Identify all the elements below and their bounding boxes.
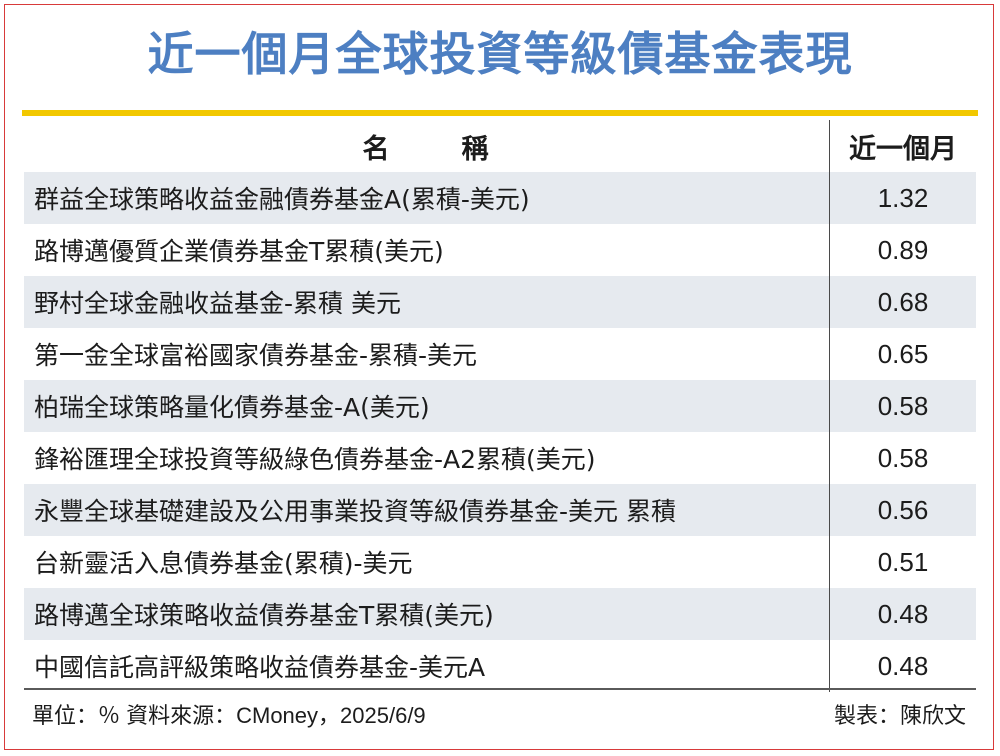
header-name: 名 稱 xyxy=(24,120,830,172)
table-row: 第一金全球富裕國家債券基金-累積-美元 0.65 xyxy=(24,328,976,380)
fund-return: 0.56 xyxy=(877,494,929,525)
header-value: 近一個月 xyxy=(849,133,957,164)
credit-note: 製表：陳欣文 xyxy=(833,703,966,728)
fund-name: 第一金全球富裕國家債券基金-累積-美元 xyxy=(24,328,830,380)
fund-name: 柏瑞全球策略量化債券基金-A(美元) xyxy=(24,380,830,432)
fund-return: 0.51 xyxy=(877,546,929,577)
fund-return: 0.58 xyxy=(877,390,929,421)
fund-name: 中國信託高評級策略收益債券基金-美元A xyxy=(24,640,830,692)
fund-return: 0.58 xyxy=(877,442,929,473)
table-row: 野村全球金融收益基金-累積 美元 0.68 xyxy=(24,276,976,328)
page-title: 近一個月全球投資等級債基金表現 xyxy=(147,27,853,81)
fund-return: 1.32 xyxy=(877,182,929,213)
table-row: 永豐全球基礎建設及公用事業投資等級債券基金-美元 累積 0.56 xyxy=(24,484,976,536)
fund-return: 0.48 xyxy=(877,598,929,629)
header-name-char-1: 名 xyxy=(362,133,392,165)
title-underline xyxy=(22,110,978,116)
fund-table: 名 稱 近一個月 群益全球策略收益金融債券基金A(累積-美元) 1.32 路博邁… xyxy=(24,120,976,692)
fund-return: 0.48 xyxy=(877,650,929,681)
fund-return: 0.89 xyxy=(877,234,929,265)
fund-name: 永豐全球基礎建設及公用事業投資等級債券基金-美元 累積 xyxy=(24,484,830,536)
unit-source-note: 單位：％ 資料來源：CMoney，2025/6/9 xyxy=(32,703,426,728)
fund-return: 0.65 xyxy=(877,338,929,369)
table-row: 路博邁全球策略收益債券基金T累積(美元) 0.48 xyxy=(24,588,976,640)
table-row: 鋒裕匯理全球投資等級綠色債券基金-A2累積(美元) 0.58 xyxy=(24,432,976,484)
table-row: 柏瑞全球策略量化債券基金-A(美元) 0.58 xyxy=(24,380,976,432)
table-row: 群益全球策略收益金融債券基金A(累積-美元) 1.32 xyxy=(24,172,976,224)
table-row: 台新靈活入息債券基金(累積)-美元 0.51 xyxy=(24,536,976,588)
header-name-char-2: 稱 xyxy=(461,133,491,165)
table-header-row: 名 稱 近一個月 xyxy=(24,120,976,172)
fund-name: 台新靈活入息債券基金(累積)-美元 xyxy=(24,536,830,588)
fund-return: 0.68 xyxy=(877,286,929,317)
footer: 單位：％ 資料來源：CMoney，2025/6/9 製表：陳欣文 xyxy=(24,692,976,736)
table-bottom-rule xyxy=(24,688,976,690)
fund-name: 野村全球金融收益基金-累積 美元 xyxy=(24,276,830,328)
table-row: 中國信託高評級策略收益債券基金-美元A 0.48 xyxy=(24,640,976,692)
fund-name: 路博邁優質企業債券基金T累積(美元) xyxy=(24,224,830,276)
table-row: 路博邁優質企業債券基金T累積(美元) 0.89 xyxy=(24,224,976,276)
fund-name: 群益全球策略收益金融債券基金A(累積-美元) xyxy=(24,172,830,224)
fund-name: 路博邁全球策略收益債券基金T累積(美元) xyxy=(24,588,830,640)
fund-name: 鋒裕匯理全球投資等級綠色債券基金-A2累積(美元) xyxy=(24,432,830,484)
